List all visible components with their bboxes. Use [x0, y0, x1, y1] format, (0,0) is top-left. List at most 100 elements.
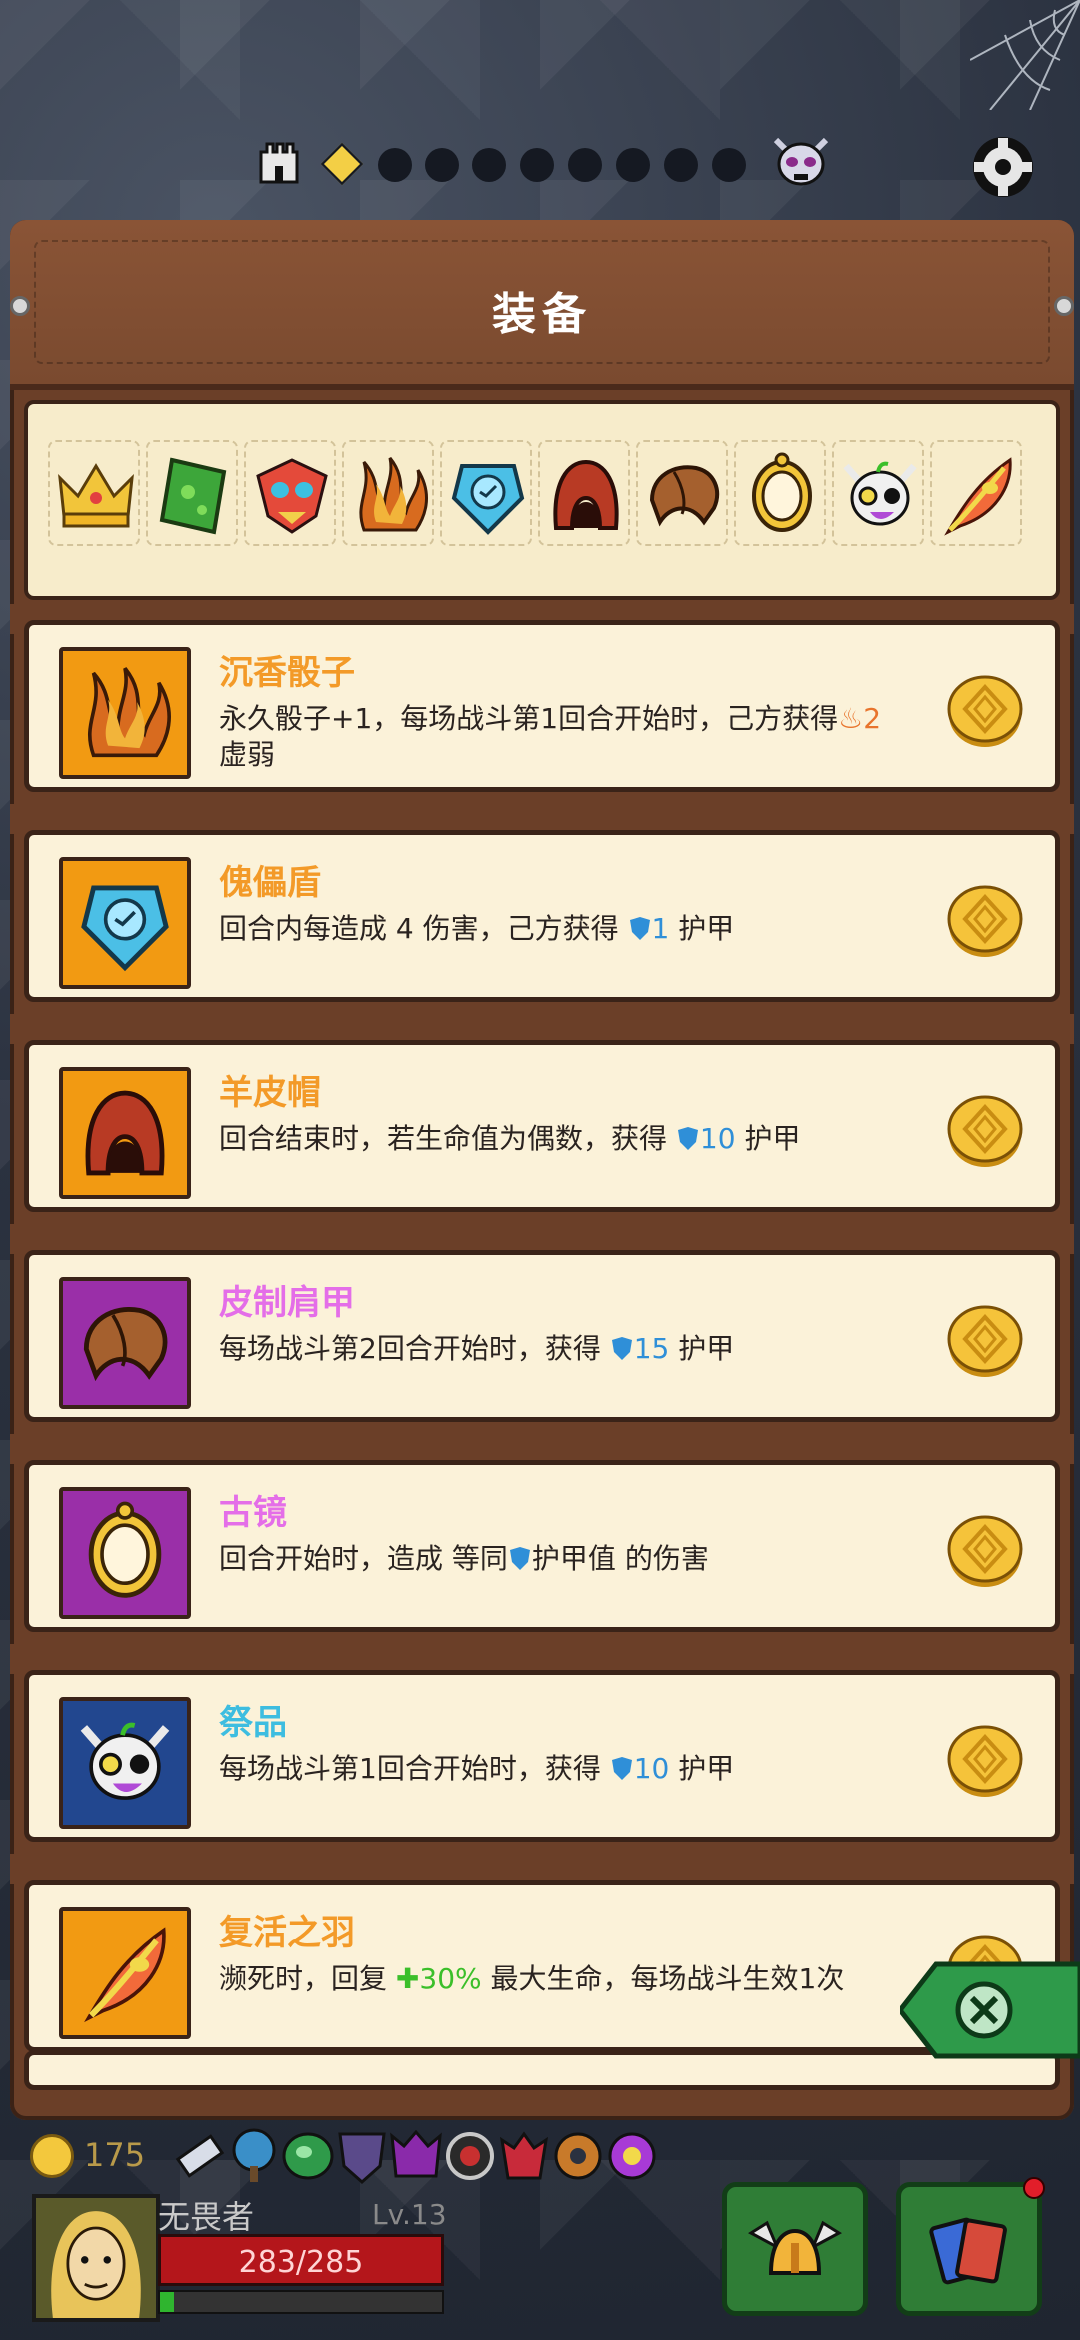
item-card[interactable]: 羊皮帽 回合结束时，若生命值为偶数，获得 10 护甲 [24, 1040, 1060, 1212]
slot-leather-pauldron[interactable] [636, 440, 728, 546]
green-book-icon [159, 457, 227, 535]
stage-dot [472, 148, 506, 182]
item-description: 每场战斗第2回合开始时，获得 15 护甲 [219, 1332, 735, 1365]
offering-skull-icon [843, 461, 917, 526]
item-card[interactable]: 祭品 每场战斗第1回合开始时，获得 10 护甲 [24, 1670, 1060, 1842]
armor-shield-icon [611, 1337, 632, 1360]
equipment-button[interactable] [722, 2182, 868, 2316]
slot-offering-skull[interactable] [832, 440, 924, 546]
item-description: 回合内每造成 4 伤害，己方获得 1 护甲 [219, 912, 735, 945]
stage-dot [712, 148, 746, 182]
item-name: 傀儡盾 [219, 863, 321, 903]
gold-coin-icon[interactable] [945, 1091, 1025, 1171]
sheepskin-hat-icon [553, 459, 619, 530]
item-description: 每场战斗第1回合开始时，获得 10 护甲 [219, 1752, 735, 1785]
gold-coin-icon[interactable] [945, 1511, 1025, 1591]
purple-shield-relic-icon[interactable] [334, 2126, 390, 2186]
item-name: 沉香骰子 [219, 653, 355, 693]
experience-bar [158, 2290, 444, 2314]
crown-icon [58, 463, 134, 528]
spiderweb-decoration [970, 0, 1080, 110]
item-card[interactable]: 皮制肩甲 每场战斗第2回合开始时，获得 15 护甲 [24, 1250, 1060, 1422]
puppet-shield-icon [81, 885, 169, 972]
cards-icon [929, 2217, 1007, 2285]
deck-button[interactable] [896, 2177, 1045, 2316]
sheepskin-hat-icon [85, 1090, 165, 1176]
stage-dot [425, 148, 459, 182]
gold-coin-icon[interactable] [945, 1721, 1025, 1801]
item-thumbnail [59, 647, 191, 779]
equipment-strip [24, 400, 1060, 600]
item-description: 永久骰子+1，每场战斗第1回合开始时，己方获得♨2 虚弱 [219, 702, 882, 771]
stage-dot [568, 148, 602, 182]
slot-tribal-mask[interactable] [244, 440, 336, 546]
trap-relic-icon[interactable] [442, 2126, 498, 2186]
player-hud: 175 无畏者 Lv.13 283/285 [0, 2120, 1080, 2340]
slot-crown[interactable] [48, 440, 140, 546]
revival-feather-icon [84, 1927, 166, 2023]
puppet-shield-icon [451, 464, 525, 535]
item-name: 古镜 [219, 1493, 287, 1533]
hero-portrait-icon [36, 2198, 156, 2318]
health-bar: 283/285 [158, 2234, 444, 2286]
green-orb-relic-icon[interactable] [280, 2126, 336, 2186]
player-name: 无畏者 [158, 2198, 255, 2236]
item-thumbnail [59, 1907, 191, 2039]
armor-shield-icon [509, 1547, 530, 1570]
tower-icon [259, 142, 299, 184]
page-title: 装备 [492, 289, 592, 340]
settings-gear-icon[interactable] [962, 126, 1044, 208]
slot-revival-feather[interactable] [930, 440, 1022, 546]
item-thumbnail [59, 1697, 191, 1829]
gold-coin-icon[interactable] [945, 671, 1025, 751]
slot-sheepskin-hat[interactable] [538, 440, 630, 546]
blue-tree-relic-icon[interactable] [226, 2126, 282, 2186]
item-description: 回合开始时，造成 等同 护甲值 的伤害 [219, 1542, 709, 1575]
slot-incense-dice[interactable] [342, 440, 434, 546]
incense-dice-icon [359, 457, 428, 532]
armor-shield-icon [677, 1127, 698, 1150]
weak-icon: ♨ [838, 702, 864, 735]
current-stage-marker [320, 142, 364, 186]
gold-amount: 175 [84, 2136, 146, 2174]
gold-coin-icon [30, 2134, 74, 2178]
gold-coin-icon[interactable] [945, 1301, 1025, 1381]
boss-skull-icon [773, 137, 829, 186]
armor-shield-icon [611, 1757, 632, 1780]
ancient-mirror-icon [752, 452, 812, 532]
bandage-relic-icon[interactable] [172, 2126, 228, 2186]
panel-header: 装备 [10, 220, 1074, 390]
leather-pauldron-icon [649, 465, 720, 527]
leather-pauldron-icon [83, 1307, 168, 1382]
slot-puppet-shield[interactable] [440, 440, 532, 546]
item-name: 皮制肩甲 [219, 1283, 355, 1323]
player-level: Lv.13 [372, 2198, 447, 2231]
equipment-panel: 装备 沉香骰子 永久骰子+1，每场战斗第1回合开始时，己方获得♨2 虚弱 傀儡盾… [10, 220, 1074, 2120]
item-name: 羊皮帽 [219, 1073, 321, 1113]
close-button[interactable] [900, 1960, 1080, 2060]
tribal-mask-icon [256, 458, 328, 534]
stage-dot [378, 148, 412, 182]
red-beast-relic-icon[interactable] [496, 2126, 552, 2186]
item-description: 濒死时，回复 ✚30% 最大生命，每场战斗生效1次 [219, 1962, 845, 1995]
heal-plus-icon: ✚ [395, 1962, 420, 1995]
winged-helmet-icon [748, 2220, 842, 2275]
player-avatar[interactable] [32, 2194, 160, 2322]
item-card[interactable]: 沉香骰子 永久骰子+1，每场战斗第1回合开始时，己方获得♨2 虚弱 [24, 620, 1060, 792]
notification-dot [1023, 2177, 1045, 2199]
revival-feather-icon [944, 457, 1012, 536]
gold-coin-icon[interactable] [945, 881, 1025, 961]
offering-skull-icon [80, 1722, 170, 1800]
donut-relic-icon[interactable] [550, 2126, 606, 2186]
slot-ancient-mirror[interactable] [734, 440, 826, 546]
purple-monster-relic-icon[interactable] [388, 2126, 444, 2186]
item-thumbnail [59, 1067, 191, 1199]
item-card[interactable]: 傀儡盾 回合内每造成 4 伤害，己方获得 1 护甲 [24, 830, 1060, 1002]
item-name: 复活之羽 [219, 1913, 355, 1953]
health-value: 283/285 [238, 2245, 364, 2280]
stage-dot [616, 148, 650, 182]
item-card[interactable]: 古镜 回合开始时，造成 等同 护甲值 的伤害 [24, 1460, 1060, 1632]
flower-relic-icon[interactable] [604, 2126, 660, 2186]
stage-dot [664, 148, 698, 182]
slot-green-book[interactable] [146, 440, 238, 546]
